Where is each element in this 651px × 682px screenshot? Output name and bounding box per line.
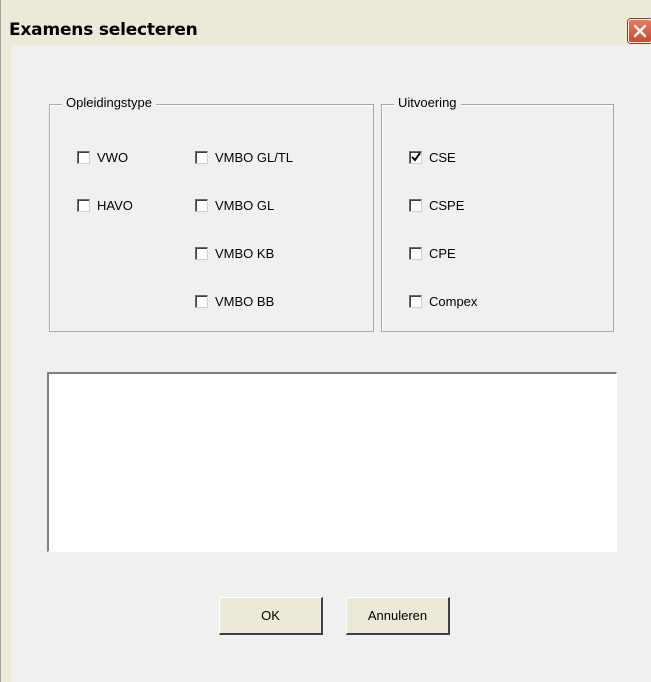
checkbox-box[interactable] <box>77 151 90 164</box>
checkbox-cpe[interactable]: CPE <box>409 246 456 261</box>
ok-button[interactable]: OK <box>219 597 323 635</box>
checkbox-label: CPE <box>429 246 456 261</box>
uitvoering-group: Uitvoering CSE CSPE CPE Compex <box>381 95 614 332</box>
checkbox-label: CSPE <box>429 198 465 213</box>
title-bar[interactable]: Examens selecteren <box>1 0 651 43</box>
close-button[interactable] <box>628 19 651 43</box>
opleidingstype-group: Opleidingstype VWO HAVO VMBO GL/TL VMBO … <box>49 95 374 332</box>
checkbox-vmbo-bb[interactable]: VMBO BB <box>195 294 274 309</box>
checkbox-box[interactable] <box>195 295 208 308</box>
checkbox-label: HAVO <box>97 198 133 213</box>
checkbox-box[interactable] <box>195 199 208 212</box>
checkbox-compex[interactable]: Compex <box>409 294 477 309</box>
results-textbox[interactable] <box>47 372 617 552</box>
checkbox-label: Compex <box>429 294 478 309</box>
cancel-button[interactable]: Annuleren <box>346 597 450 635</box>
checkbox-label: VWO <box>97 150 129 165</box>
checkbox-vmbo-kb[interactable]: VMBO KB <box>195 246 274 261</box>
close-icon <box>633 24 647 38</box>
checkbox-cspe[interactable]: CSPE <box>409 198 464 213</box>
checkbox-vmbo-gl[interactable]: VMBO GL <box>195 198 274 213</box>
checkmark-icon <box>411 152 421 162</box>
checkbox-vmbo-gl-tl[interactable]: VMBO GL/TL <box>195 150 293 165</box>
checkbox-box[interactable] <box>77 199 90 212</box>
checkbox-label: CSE <box>429 150 456 165</box>
dialog-window: Examens selecteren Opleidingstype VWO HA… <box>0 0 651 682</box>
checkbox-havo[interactable]: HAVO <box>77 198 133 213</box>
checkbox-label: VMBO GL/TL <box>215 150 294 165</box>
checkbox-box[interactable] <box>409 247 422 260</box>
checkbox-label: VMBO GL <box>215 198 275 213</box>
dialog-content: Opleidingstype VWO HAVO VMBO GL/TL VMBO … <box>11 45 651 682</box>
checkbox-box[interactable] <box>409 199 422 212</box>
checkbox-cse[interactable]: CSE <box>409 150 456 165</box>
opleidingstype-legend: Opleidingstype <box>62 95 156 110</box>
checkbox-label: VMBO BB <box>215 294 275 309</box>
checkbox-box[interactable] <box>409 151 422 164</box>
checkbox-box[interactable] <box>195 151 208 164</box>
checkbox-box[interactable] <box>409 295 422 308</box>
checkbox-box[interactable] <box>195 247 208 260</box>
uitvoering-legend: Uitvoering <box>394 95 461 110</box>
window-title: Examens selecteren <box>9 20 198 40</box>
checkbox-vwo[interactable]: VWO <box>77 150 128 165</box>
checkbox-label: VMBO KB <box>215 246 275 261</box>
